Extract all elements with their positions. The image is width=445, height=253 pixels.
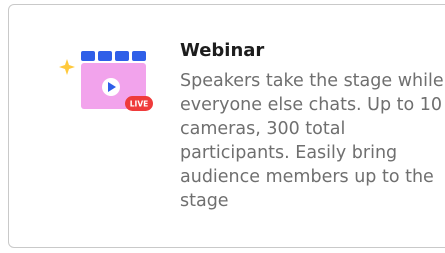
card-title: Webinar [180,40,265,61]
webinar-option-card[interactable]: LIVE Webinar Speakers take the stage whi… [8,4,445,248]
card-text: Webinar Speakers take the stage while ev… [180,39,445,213]
webinar-icon: LIVE [53,45,163,121]
play-icon [102,78,120,96]
sparkle-icon [59,59,75,75]
card-description: Speakers take the stage while everyone e… [180,71,444,211]
screen-header-bars [81,51,146,61]
live-badge-label: LIVE [130,100,149,109]
live-badge: LIVE [125,96,153,111]
